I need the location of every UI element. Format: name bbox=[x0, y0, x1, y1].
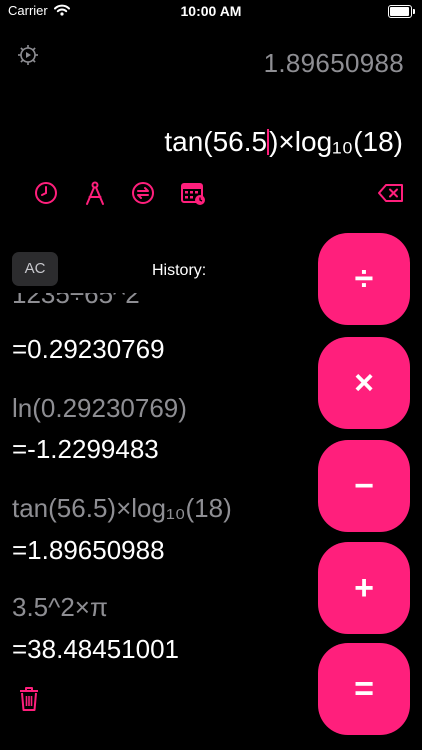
history-result[interactable]: =0.29230769 bbox=[12, 334, 165, 365]
history-expression[interactable]: tan(56.5)×log₁₀(18) bbox=[12, 493, 232, 524]
history-result[interactable]: =-1.2299483 bbox=[12, 434, 159, 465]
trash-icon[interactable] bbox=[18, 686, 40, 712]
history-expression[interactable]: 3.5^2×π bbox=[12, 592, 108, 623]
clear-all-button[interactable]: AC bbox=[12, 252, 58, 286]
settings-gear-icon[interactable] bbox=[16, 43, 40, 67]
history-clock-icon[interactable] bbox=[33, 180, 59, 206]
expression-text-after-cursor: )×log₁₀(18) bbox=[269, 126, 403, 157]
convert-icon[interactable] bbox=[130, 180, 156, 206]
divide-button[interactable]: ÷ bbox=[318, 233, 410, 325]
calculator-screen: Carrier 10:00 AM 1.89650988 tan(56.5)×lo… bbox=[0, 0, 422, 750]
history-expression[interactable]: 1235÷65^2 bbox=[12, 293, 140, 309]
add-button[interactable]: + bbox=[318, 542, 410, 634]
multiply-button[interactable]: × bbox=[318, 337, 410, 429]
result-display: 1.89650988 bbox=[263, 48, 404, 78]
expression-input[interactable]: tan(56.5)×log₁₀(18) bbox=[164, 126, 403, 158]
compass-icon[interactable] bbox=[82, 180, 108, 206]
backspace-icon[interactable] bbox=[377, 180, 403, 206]
status-bar: Carrier 10:00 AM bbox=[0, 0, 422, 24]
history-label: History: bbox=[152, 262, 207, 279]
calendar-icon[interactable] bbox=[180, 180, 206, 206]
subtract-button[interactable]: − bbox=[318, 440, 410, 532]
expression-text-before-cursor: tan(56.5 bbox=[164, 126, 268, 157]
history-expression[interactable]: ln(0.29230769) bbox=[12, 393, 187, 424]
equals-button[interactable]: = bbox=[318, 643, 410, 735]
history-result[interactable]: =1.89650988 bbox=[12, 535, 165, 566]
status-time: 10:00 AM bbox=[180, 3, 242, 19]
history-clipped-row: 1235÷65^2 bbox=[0, 293, 310, 309]
history-result[interactable]: =38.48451001 bbox=[12, 634, 179, 665]
battery-icon bbox=[388, 5, 415, 18]
